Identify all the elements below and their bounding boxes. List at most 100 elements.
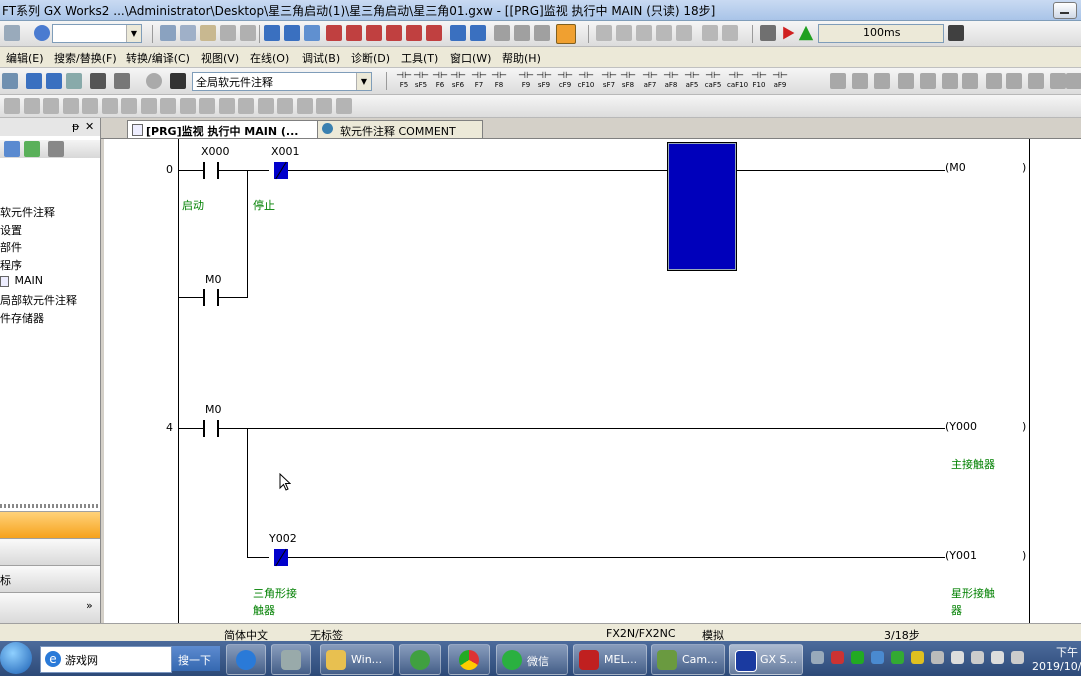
ladder-tool-icon[interactable] <box>920 73 936 89</box>
step2-icon[interactable] <box>616 25 632 41</box>
taskbar-melsoft[interactable]: MEL... <box>573 644 647 675</box>
read-plc-icon[interactable] <box>326 25 342 41</box>
tray-icon[interactable] <box>891 651 904 664</box>
close-icon[interactable]: ✕ <box>85 120 94 133</box>
ladder-key-sf8[interactable]: ⊣⊢ sF8 <box>619 71 637 91</box>
edit-tool-icon[interactable] <box>238 98 254 114</box>
tree-main[interactable]: MAIN <box>0 274 43 287</box>
edit-tool-icon[interactable] <box>121 98 137 114</box>
ladder-key-f10[interactable]: ⊣⊢ F10 <box>750 71 768 91</box>
help-icon[interactable] <box>34 25 50 41</box>
edit-tool-icon[interactable] <box>316 98 332 114</box>
tools-icon[interactable] <box>48 141 64 157</box>
ladder-tool-icon[interactable] <box>1028 73 1044 89</box>
start-button[interactable] <box>0 642 32 674</box>
zoom-icon[interactable] <box>114 73 130 89</box>
tree-memory[interactable]: 件存储器 <box>0 310 44 326</box>
save-icon[interactable] <box>4 25 20 41</box>
taskbar-ie[interactable] <box>226 644 266 675</box>
ladder-tool-icon[interactable] <box>898 73 914 89</box>
tray-icon[interactable] <box>851 651 864 664</box>
ladder-key-sf9[interactable]: ⊣⊢ sF9 <box>535 71 553 91</box>
menu-tools[interactable]: 工具(T) <box>401 50 438 66</box>
copy-icon[interactable] <box>180 25 196 41</box>
convert-all-icon[interactable] <box>284 25 300 41</box>
cursor-selection[interactable] <box>667 142 737 271</box>
contact-x000[interactable] <box>203 162 219 179</box>
ladder-key-f7[interactable]: ⊣⊢ F7 <box>470 71 488 91</box>
tray-icon[interactable] <box>1011 651 1024 664</box>
ladder-tool-icon[interactable] <box>962 73 978 89</box>
ladder-key-cf9[interactable]: ⊣⊢ cF9 <box>556 71 574 91</box>
taskbar-calculator[interactable] <box>271 644 311 675</box>
verify-plc-icon[interactable] <box>366 25 382 41</box>
simulation-icon[interactable] <box>556 24 576 44</box>
taskbar-wechat[interactable]: 微信 <box>496 644 568 675</box>
step3-icon[interactable] <box>636 25 652 41</box>
edit-tool-icon[interactable] <box>23 98 40 114</box>
run-icon[interactable] <box>783 26 795 40</box>
minimize-button[interactable] <box>1053 2 1077 19</box>
nav-button-3[interactable]: 标 <box>0 565 100 592</box>
edit-tool-icon[interactable] <box>140 98 157 114</box>
ladder-key-f5[interactable]: ⊣⊢ F5 <box>395 71 413 91</box>
browser-search-box[interactable]: e 游戏网 <box>40 646 172 673</box>
stop-icon[interactable] <box>798 25 814 41</box>
ladder-editor[interactable]: 0 4 X000 启动 X001 停止 M0 (M0 ) M0 (Y000) … <box>104 139 1081 623</box>
ladder-tool-icon[interactable] <box>942 73 958 89</box>
menu-view[interactable]: 视图(V) <box>201 50 239 66</box>
tray-icon[interactable] <box>991 651 1004 664</box>
edit-tool-icon[interactable] <box>160 98 176 114</box>
coil-y000[interactable]: (Y000 <box>945 420 977 433</box>
dev2-icon[interactable] <box>470 25 486 41</box>
convert-icon[interactable] <box>264 25 280 41</box>
watch-icon[interactable] <box>90 73 106 89</box>
edit-tool-icon[interactable] <box>101 98 118 114</box>
nav-button-active[interactable] <box>0 511 100 538</box>
scan-time-icon[interactable] <box>948 25 964 41</box>
ladder-key-af5[interactable]: ⊣⊢ aF5 <box>683 71 701 91</box>
ladder-tool-icon[interactable] <box>874 73 890 89</box>
menu-window[interactable]: 窗口(W) <box>450 50 491 66</box>
contact-m0[interactable] <box>203 420 219 437</box>
taskbar-gxworks[interactable]: GX S... <box>729 644 803 675</box>
contact-m0-seal[interactable] <box>203 289 219 306</box>
menu-debug[interactable]: 调试(B) <box>302 50 340 66</box>
ladder-tool-icon[interactable] <box>1006 73 1022 89</box>
tool3-icon[interactable] <box>534 25 550 41</box>
taskbar-explorer[interactable]: Win... <box>320 644 394 675</box>
cut-icon[interactable] <box>160 25 176 41</box>
tree-settings[interactable]: 设置 <box>0 222 22 238</box>
coil-m0[interactable]: (M0 <box>945 161 966 174</box>
ladder-key-f6[interactable]: ⊣⊢ F6 <box>431 71 449 91</box>
comment-scope-select[interactable]: 全局软元件注释 ▼ <box>192 72 372 91</box>
step5-icon[interactable] <box>676 25 692 41</box>
step7-icon[interactable] <box>722 25 738 41</box>
tree-parts[interactable]: 部件 <box>0 239 22 255</box>
search-combo[interactable]: ▼ <box>52 24 142 43</box>
splitter-handle[interactable] <box>0 504 100 508</box>
contact-y002-nc-energized[interactable] <box>274 548 288 567</box>
edit-tool-icon[interactable] <box>257 98 274 114</box>
navigation-icon[interactable] <box>2 73 18 89</box>
edit-tool-icon[interactable] <box>277 98 293 114</box>
ladder-key-caf10[interactable]: ⊣⊢ caF10 <box>727 71 748 91</box>
edit-tool-icon[interactable] <box>43 98 59 114</box>
ladder-key-af8[interactable]: ⊣⊢ aF8 <box>662 71 680 91</box>
ladder-key-caf5[interactable]: ⊣⊢ caF5 <box>704 71 722 91</box>
taskbar-360[interactable] <box>399 644 441 675</box>
menu-online[interactable]: 在线(O) <box>250 50 289 66</box>
edit-tool-icon[interactable] <box>179 98 196 114</box>
edit-tool-icon[interactable] <box>199 98 215 114</box>
tree-device-comment[interactable]: 软元件注释 <box>0 204 55 220</box>
nav-more[interactable]: » <box>0 592 100 623</box>
tray-icon[interactable] <box>831 651 844 664</box>
menu-search[interactable]: 搜索/替换(F) <box>54 50 117 66</box>
ladder-key-sf7[interactable]: ⊣⊢ sF7 <box>600 71 618 91</box>
monitor-write-icon[interactable] <box>426 25 442 41</box>
edit-tool-icon[interactable] <box>62 98 79 114</box>
tray-icon[interactable] <box>951 651 964 664</box>
ladder-key-f9[interactable]: ⊣⊢ F9 <box>517 71 535 91</box>
ladder-tool-icon[interactable] <box>1050 73 1066 89</box>
menu-edit[interactable]: 编辑(E) <box>6 50 44 66</box>
